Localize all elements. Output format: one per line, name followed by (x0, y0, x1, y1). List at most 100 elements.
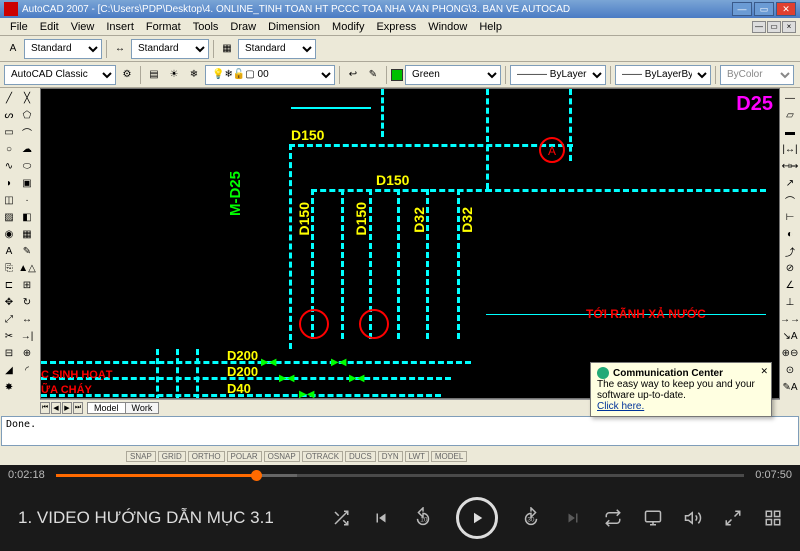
playlist-icon[interactable] (764, 509, 782, 527)
doc-minimize[interactable]: — (752, 21, 766, 33)
doc-close[interactable]: × (782, 21, 796, 33)
layer-freeze-icon[interactable]: ❄ (185, 66, 203, 84)
popup-close-icon[interactable]: ✕ (760, 366, 768, 377)
break-tool[interactable]: ⊟ (0, 345, 18, 362)
layer-tool-icon[interactable]: ✎ (364, 66, 382, 84)
layer-manager-icon[interactable]: ▤ (145, 66, 163, 84)
chamfer-tool[interactable]: ◢ (0, 362, 18, 379)
point-tool[interactable]: · (18, 192, 36, 209)
cast-icon[interactable] (644, 509, 662, 527)
shuffle-icon[interactable] (332, 509, 350, 527)
menu-window[interactable]: Window (422, 21, 473, 33)
menu-express[interactable]: Express (370, 21, 422, 33)
lwt-toggle[interactable]: LWT (405, 451, 429, 462)
move-tool[interactable]: ✥ (0, 294, 18, 311)
prev-track-icon[interactable] (372, 509, 390, 527)
ellipsearc-tool[interactable]: ◗ (0, 175, 18, 192)
ducs-toggle[interactable]: DUCS (345, 451, 376, 462)
mtext-tool[interactable]: A (0, 243, 18, 260)
scale-tool[interactable]: ⤢ (0, 311, 18, 328)
arc-dim[interactable]: ⌒ (781, 192, 799, 209)
jog-dim[interactable]: ⤴ (781, 243, 799, 260)
gradient-tool[interactable]: ◧ (18, 209, 36, 226)
textstyle-icon[interactable]: A (4, 40, 22, 58)
qdim-tool[interactable]: |↔| (781, 141, 799, 158)
center-tool[interactable]: ⊙ (781, 362, 799, 379)
mirror-tool[interactable]: ▲△ (18, 260, 36, 277)
plotstyle-select[interactable]: ByColor (720, 65, 794, 85)
aligned-dim[interactable]: ↗ (781, 175, 799, 192)
layer-select[interactable]: 💡❄🔓▢ 00 (205, 65, 335, 85)
forward-30-icon[interactable]: 30 (520, 507, 542, 529)
doc-restore[interactable]: ▭ (767, 21, 781, 33)
rect-tool[interactable]: ▭ (0, 124, 18, 141)
ord-dim[interactable]: ⊢ (781, 209, 799, 226)
model-toggle[interactable]: MODEL (431, 451, 467, 462)
drawing-canvas[interactable]: A ▶◀ ▶◀ ▶◀ ▶◀ ▶◀ D25 D150 D150 M-D25 D15… (41, 89, 779, 398)
progress-knob[interactable] (251, 470, 262, 481)
hatch-tool[interactable]: ▨ (0, 209, 18, 226)
play-button[interactable] (456, 497, 498, 539)
pline-tool[interactable]: ᔕ (0, 107, 18, 124)
tab-next-icon[interactable]: ▶ (62, 402, 72, 414)
rotate-tool[interactable]: ↻ (18, 294, 36, 311)
command-line[interactable]: Done. (1, 416, 799, 446)
copy-tool[interactable]: ⎘ (0, 260, 18, 277)
tab-first-icon[interactable]: ⏮ (40, 402, 50, 414)
leader-tool[interactable]: ↘A (781, 328, 799, 345)
dimedit-tool[interactable]: ✎A (781, 379, 799, 396)
ellipse-tool[interactable]: ⬭ (18, 158, 36, 175)
menu-draw[interactable]: Draw (224, 21, 262, 33)
tab-prev-icon[interactable]: ◀ (51, 402, 61, 414)
xline-tool[interactable]: ╳ (18, 90, 36, 107)
dimstyle-select[interactable]: Standard (131, 39, 209, 59)
ortho-toggle[interactable]: ORTHO (188, 451, 225, 462)
rewind-10-icon[interactable]: 10 (412, 507, 434, 529)
otrack-toggle[interactable]: OTRACK (302, 451, 343, 462)
maximize-button[interactable]: ▭ (754, 2, 774, 16)
dyn-toggle[interactable]: DYN (378, 451, 403, 462)
tolerance-tool[interactable]: ⊕⊖ (781, 345, 799, 362)
dist-tool[interactable]: — (781, 90, 799, 107)
linear-dim[interactable]: ↤↦ (781, 158, 799, 175)
table-tool[interactable]: ▦ (18, 226, 36, 243)
fillet-tool[interactable]: ◜ (18, 362, 36, 379)
dimstyle-icon[interactable]: ↔ (111, 40, 129, 58)
stretch-tool[interactable]: ↔ (18, 311, 36, 328)
textstyle-select[interactable]: Standard (24, 39, 102, 59)
workspace-settings-icon[interactable]: ⚙ (118, 66, 136, 84)
snap-toggle[interactable]: SNAP (126, 451, 156, 462)
workspace-select[interactable]: AutoCAD Classic (4, 65, 116, 85)
menu-file[interactable]: File (4, 21, 34, 33)
repeat-icon[interactable] (604, 509, 622, 527)
color-select[interactable]: Green (405, 65, 501, 85)
popup-link[interactable]: Click here. (597, 401, 644, 412)
volume-icon[interactable] (684, 509, 702, 527)
extend-tool[interactable]: →| (18, 328, 36, 345)
menu-tools[interactable]: Tools (187, 21, 225, 33)
baseline-dim[interactable]: ⊥ (781, 294, 799, 311)
tablestyle-select[interactable]: Standard (238, 39, 316, 59)
menu-insert[interactable]: Insert (100, 21, 140, 33)
line-tool[interactable]: ╱ (0, 90, 18, 107)
osnap-toggle[interactable]: OSNAP (264, 451, 300, 462)
menu-dimension[interactable]: Dimension (262, 21, 326, 33)
tab-model[interactable]: Model (87, 402, 126, 414)
insert-tool[interactable]: ▣ (18, 175, 36, 192)
fullscreen-icon[interactable] (724, 509, 742, 527)
polar-toggle[interactable]: POLAR (227, 451, 262, 462)
join-tool[interactable]: ⊕ (18, 345, 36, 362)
close-button[interactable]: ✕ (776, 2, 796, 16)
menu-help[interactable]: Help (473, 21, 508, 33)
trim-tool[interactable]: ✂ (0, 328, 18, 345)
circle-tool[interactable]: ○ (0, 141, 18, 158)
next-track-icon[interactable] (564, 509, 582, 527)
rad-dim[interactable]: ◐ (781, 226, 799, 243)
menu-view[interactable]: View (65, 21, 101, 33)
lineweight-select[interactable]: —— ByLayerByLayer (615, 65, 711, 85)
erase-tool[interactable]: ✎ (18, 243, 36, 260)
grid-toggle[interactable]: GRID (158, 451, 186, 462)
polygon-tool[interactable]: ⬠ (18, 107, 36, 124)
tablestyle-icon[interactable]: ▦ (218, 40, 236, 58)
array-tool[interactable]: ⊞ (18, 277, 36, 294)
